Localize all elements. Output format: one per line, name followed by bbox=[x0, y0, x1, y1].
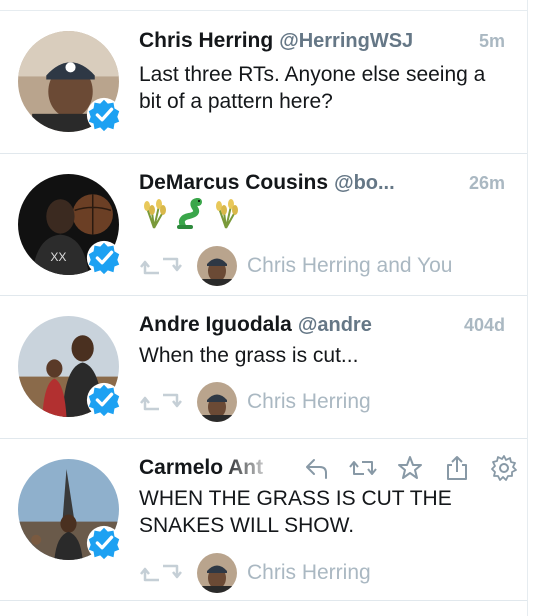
verified-badge-icon bbox=[85, 239, 123, 277]
author-name: Chris Herring @HerringWSJ bbox=[139, 29, 414, 52]
retweet-icon[interactable] bbox=[339, 453, 386, 483]
verified-badge-icon bbox=[85, 96, 123, 134]
tweet-item[interactable]: XX DeMarcus Cousins @bo... 26m Chris Herr… bbox=[0, 154, 527, 296]
retweeter-avatar[interactable] bbox=[197, 382, 237, 422]
retweeted-by-label: Chris Herring and You bbox=[247, 254, 453, 277]
avatar-andre-iguodala[interactable] bbox=[18, 316, 122, 418]
tweet-timestamp[interactable]: 5m bbox=[479, 31, 505, 52]
author-handle[interactable]: @HerringWSJ bbox=[279, 30, 413, 52]
reply-icon[interactable] bbox=[292, 453, 339, 483]
author-name: Andre Iguodala @andre bbox=[139, 313, 372, 336]
svg-text:XX: XX bbox=[50, 250, 66, 264]
retweet-context[interactable]: Chris Herring bbox=[139, 553, 371, 593]
retweet-context[interactable]: Chris Herring and You bbox=[139, 246, 452, 286]
verified-badge-icon bbox=[85, 381, 123, 419]
tweet-hover-actions bbox=[292, 453, 527, 483]
tweet-item[interactable]: Andre Iguodala @andre 404d When the grass… bbox=[0, 296, 527, 439]
retweet-icon bbox=[139, 389, 183, 415]
author-handle[interactable]: @andre bbox=[298, 314, 372, 336]
verified-badge-icon bbox=[85, 524, 123, 562]
retweeter-avatar[interactable] bbox=[197, 553, 237, 593]
retweet-icon bbox=[139, 560, 183, 586]
retweet-icon bbox=[139, 253, 183, 279]
avatar-carmelo-anthony[interactable] bbox=[18, 459, 122, 561]
avatar-demarcus-cousins[interactable]: XX bbox=[18, 174, 122, 276]
author-handle[interactable]: @bo... bbox=[334, 172, 395, 194]
retweet-context[interactable]: Chris Herring bbox=[139, 382, 371, 422]
sheaf-of-rice-icon bbox=[216, 199, 238, 229]
retweeted-by-label: Chris Herring bbox=[247, 561, 371, 584]
snake-icon bbox=[177, 198, 202, 229]
tweet-text: When the grass is cut... bbox=[139, 344, 359, 367]
tweet-timestamp[interactable]: 404d bbox=[464, 315, 505, 336]
retweeter-avatar[interactable] bbox=[197, 246, 237, 286]
author-name: DeMarcus Cousins @bo... bbox=[139, 171, 395, 194]
tweet-text: Last three RTs. Anyone else seeing a bit… bbox=[139, 63, 486, 113]
tweet-emoji-text bbox=[139, 198, 241, 232]
timeline-right-border bbox=[527, 0, 528, 616]
settings-gear-icon[interactable] bbox=[480, 453, 527, 483]
tweet-timestamp[interactable]: 26m bbox=[469, 173, 505, 194]
tweet-item[interactable]: Chris Herring @HerringWSJ 5m Last three R… bbox=[0, 11, 527, 154]
share-icon[interactable] bbox=[433, 453, 480, 483]
tweet-text: WHEN THE GRASS IS CUT THE SNAKES WILL SH… bbox=[139, 487, 452, 537]
favorite-icon[interactable] bbox=[386, 453, 433, 483]
avatar-chris-herring[interactable] bbox=[18, 31, 122, 133]
name-truncation-fade bbox=[220, 456, 292, 486]
sheaf-of-rice-icon bbox=[144, 199, 166, 229]
retweeted-by-label: Chris Herring bbox=[247, 390, 371, 413]
